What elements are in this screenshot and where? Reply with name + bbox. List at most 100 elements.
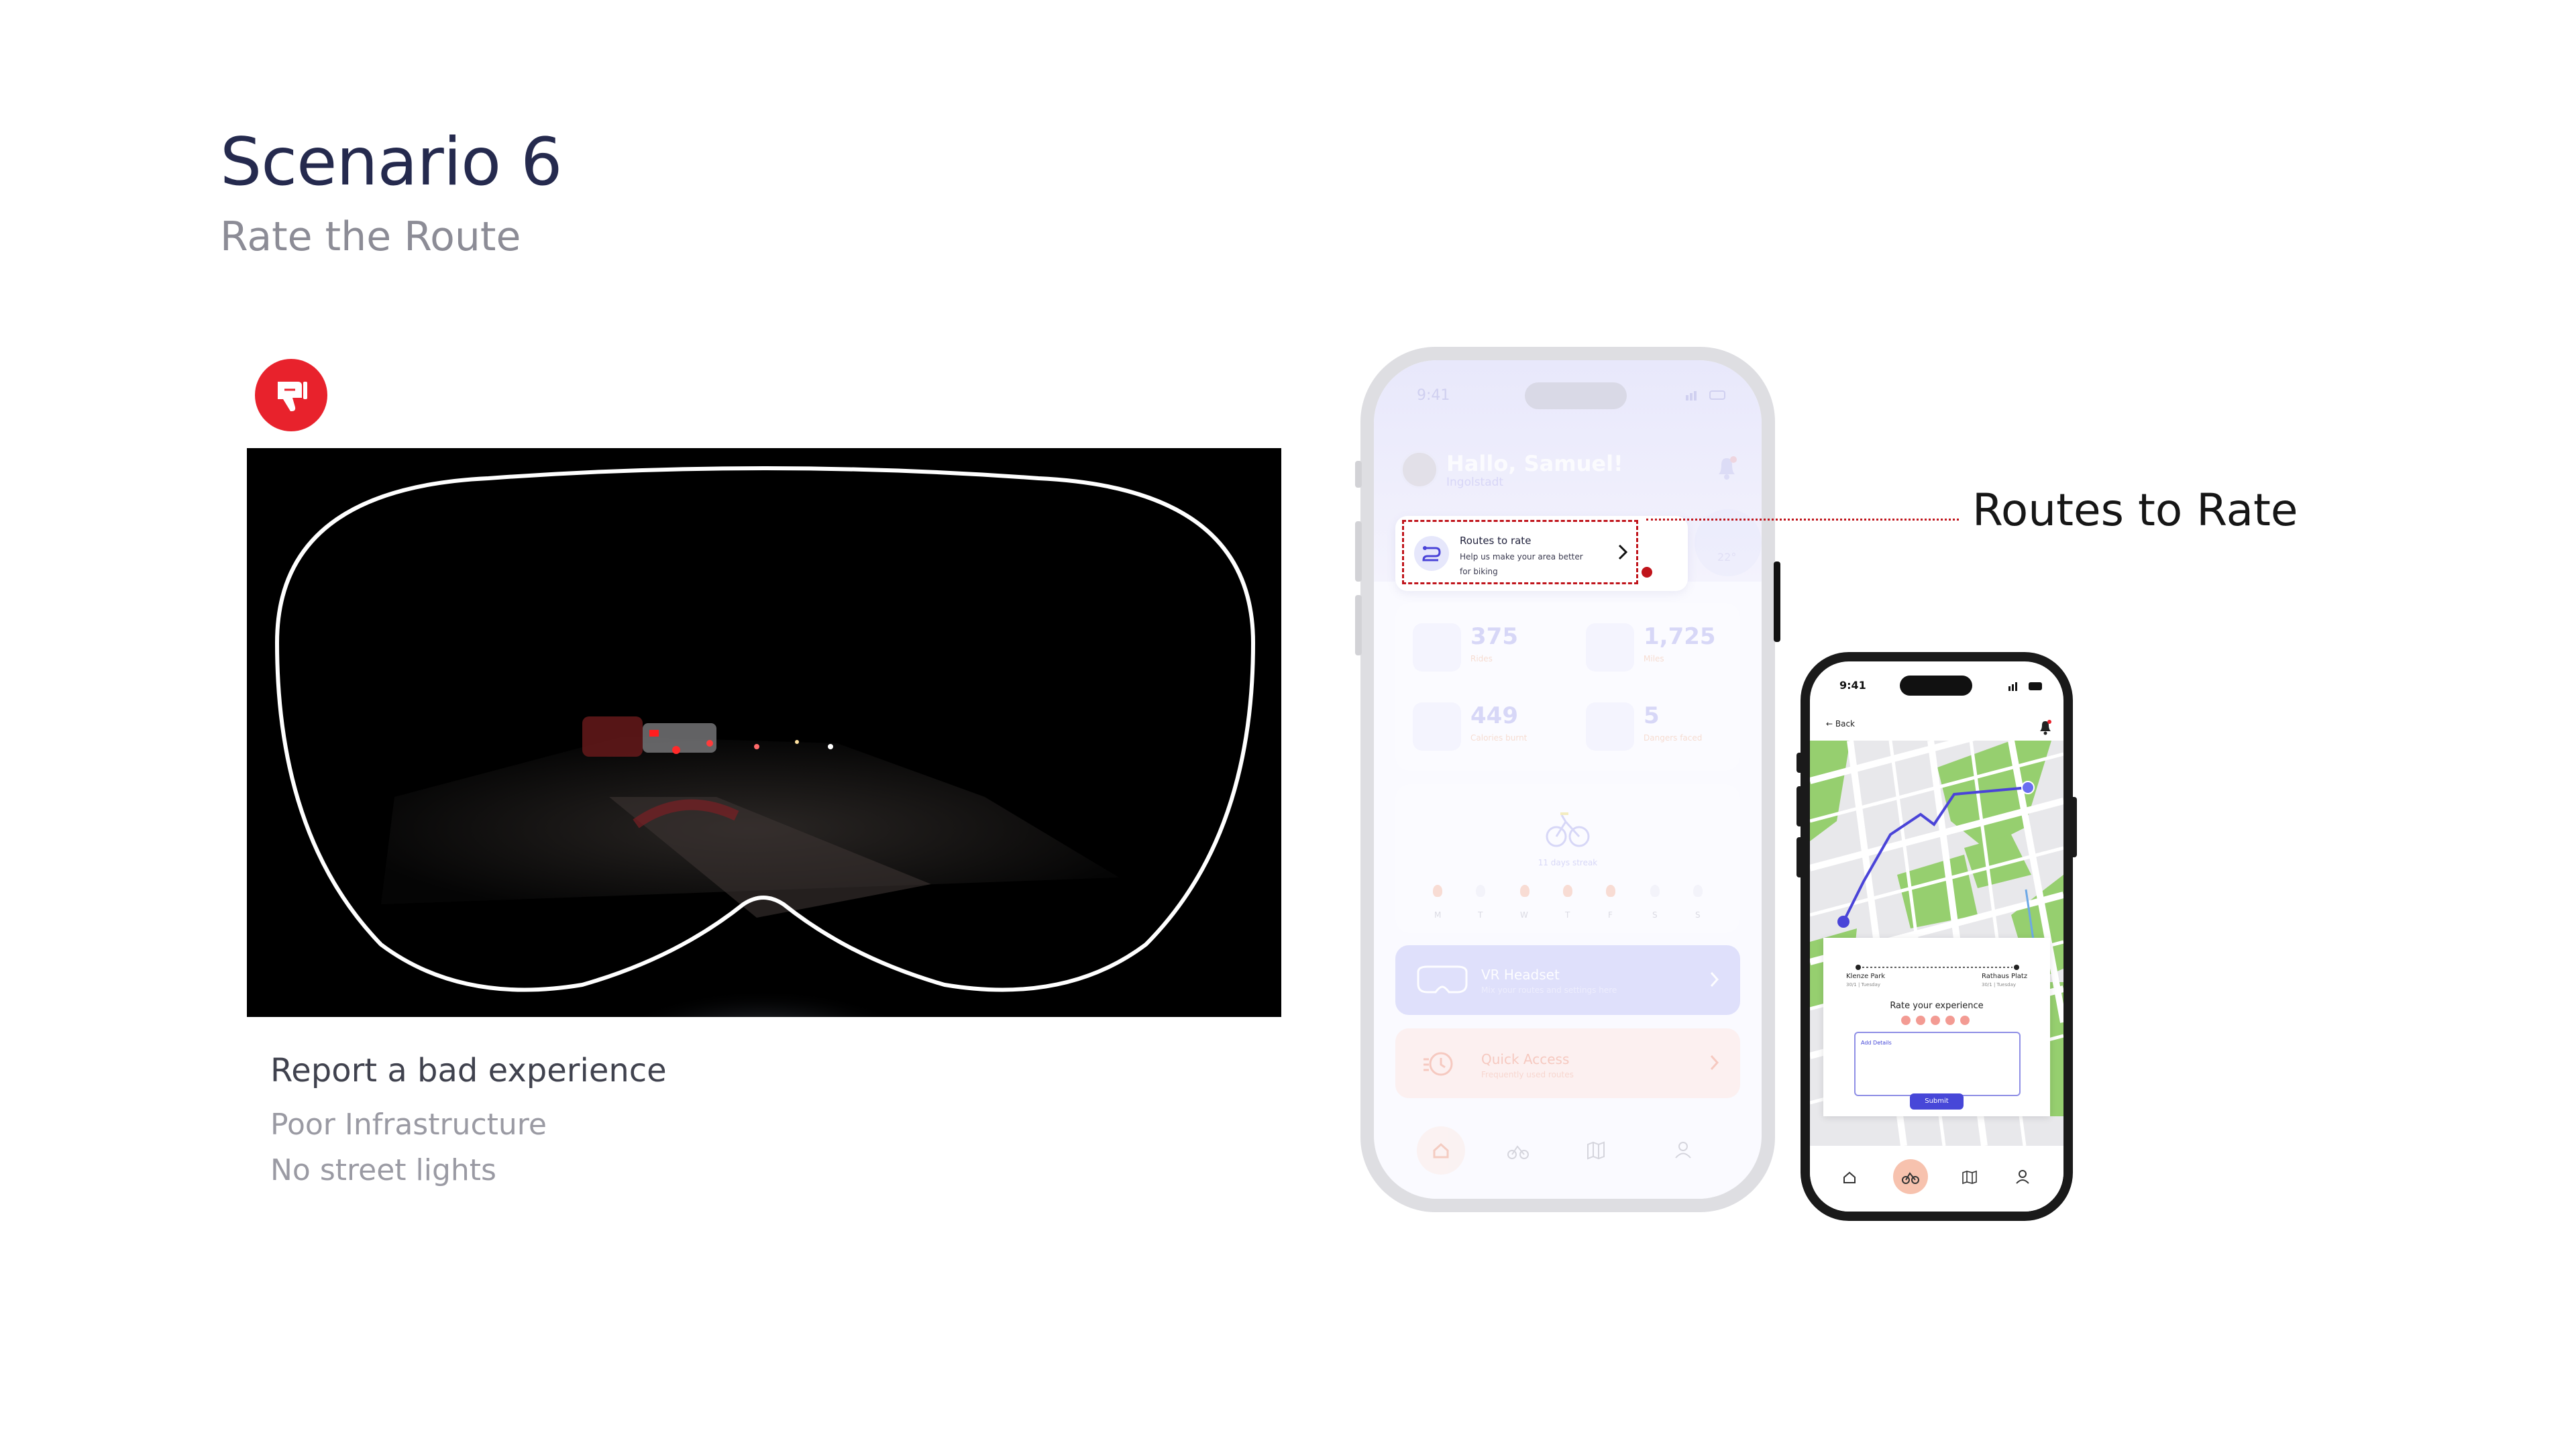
report-reason-infrastructure: Poor Infrastructure <box>270 1108 547 1142</box>
details-textarea[interactable]: Add Details <box>1854 1032 2021 1096</box>
rate-route-screen: 9:41 ← Back Klenze Park 30/1 | Tuesday R… <box>1810 661 2063 1212</box>
profile-icon[interactable] <box>2015 1169 2030 1185</box>
stat-dangers-label: Dangers faced <box>1644 733 1703 743</box>
status-time: 9:41 <box>1417 387 1450 404</box>
rate-experience-title: Rate your experience <box>1890 1001 1984 1011</box>
flame-icon <box>1520 885 1529 897</box>
bike-streak-icon <box>1546 812 1590 847</box>
stat-miles-label: Miles <box>1644 654 1664 663</box>
star-icon[interactable] <box>1901 1016 1911 1025</box>
rate-route-card: Klenze Park 30/1 | Tuesday Rathaus Platz… <box>1823 938 2050 1116</box>
dynamic-island <box>1900 676 1972 696</box>
day-label: S <box>1695 910 1701 920</box>
status-icons <box>2008 682 2042 691</box>
route-map[interactable]: Klenze Park 30/1 | Tuesday Rathaus Platz… <box>1810 741 2063 1146</box>
vr-headset-desc: Mix your routes and settings here <box>1481 985 1617 995</box>
city: Ingolstadt <box>1446 476 1504 489</box>
star-rating[interactable] <box>1901 1016 1975 1026</box>
weather-temp: 22° <box>1717 551 1737 564</box>
details-placeholder: Add Details <box>1861 1040 1892 1046</box>
heart-icon <box>1413 702 1461 751</box>
home-icon <box>1433 1142 1449 1159</box>
star-icon[interactable] <box>1960 1016 1970 1025</box>
home-screen: 9:41 22° Hallo, Samuel! Ingolstadt Route… <box>1374 360 1762 1199</box>
routes-card-desc-2: for biking <box>1460 567 1498 576</box>
chevron-right-icon <box>1710 1055 1719 1071</box>
day-label: W <box>1520 910 1528 920</box>
back-button[interactable]: ← Back <box>1826 719 1855 729</box>
route-start-date: 30/1 | Tuesday <box>1846 982 1881 987</box>
warning-icon <box>1586 702 1634 751</box>
stat-rides-label: Rides <box>1470 654 1493 663</box>
callout-connector-line <box>1646 519 1959 521</box>
quick-access-title: Quick Access <box>1481 1051 1570 1067</box>
scenario-title: Scenario 6 <box>220 124 563 201</box>
map-nav-icon[interactable] <box>1586 1141 1606 1160</box>
flame-icon <box>1650 885 1660 897</box>
back-label: Back <box>1835 719 1856 729</box>
road-icon <box>1586 623 1634 672</box>
flame-icon <box>1563 885 1572 897</box>
flame-icon <box>1606 885 1615 897</box>
stat-calories-value: 449 <box>1470 702 1518 729</box>
bike-icon <box>1902 1172 1919 1184</box>
routes-to-rate-card[interactable]: Routes to rate Help us make your area be… <box>1395 516 1688 591</box>
routes-card-title: Routes to rate <box>1460 535 1532 547</box>
flame-icon <box>1693 885 1703 897</box>
status-icons <box>1686 390 1725 400</box>
stat-miles-value: 1,725 <box>1644 623 1716 650</box>
thumbs-down-badge <box>255 359 327 431</box>
avatar[interactable] <box>1401 451 1438 488</box>
bell-icon[interactable] <box>2038 719 2053 738</box>
stats-card: 375 Rides 1,725 Miles 449 Calories burnt… <box>1395 603 1740 771</box>
scenario-subtitle: Rate the Route <box>220 213 521 260</box>
flame-icon <box>1433 885 1442 897</box>
star-icon[interactable] <box>1916 1016 1925 1025</box>
bottom-nav <box>1810 1146 2063 1212</box>
home-icon[interactable] <box>1842 1170 1857 1185</box>
report-title: Report a bad experience <box>270 1052 667 1089</box>
quick-access-button[interactable]: Quick Access Frequently used routes <box>1395 1028 1740 1098</box>
nav-bike-button[interactable] <box>1893 1159 1928 1194</box>
day-label: M <box>1434 910 1442 920</box>
route-dotted-line <box>1856 965 2019 970</box>
status-time: 9:41 <box>1839 679 1866 692</box>
clock-icon <box>1424 1052 1453 1076</box>
vr-headset-night-view <box>247 448 1281 1017</box>
vr-goggles-icon <box>1417 965 1468 994</box>
routes-card-desc-1: Help us make your area better <box>1460 552 1583 561</box>
submit-button[interactable]: Submit <box>1910 1093 1964 1110</box>
vr-headset-button[interactable]: VR Headset Mix your routes and settings … <box>1395 945 1740 1015</box>
dynamic-island <box>1525 382 1627 409</box>
flame-icon <box>1476 885 1485 897</box>
map-icon[interactable] <box>1962 1170 1978 1185</box>
report-reason-lights: No street lights <box>270 1153 496 1187</box>
routes-to-rate-label: Routes to Rate <box>1972 484 2298 536</box>
day-label: T <box>1565 910 1570 920</box>
callout-anchor-dot <box>1642 567 1652 578</box>
quick-access-desc: Frequently used routes <box>1481 1070 1574 1079</box>
chevron-right-icon <box>1617 543 1629 564</box>
route-icon <box>1414 536 1449 571</box>
streak-text: 11 days streak <box>1538 858 1598 867</box>
bell-icon[interactable] <box>1715 454 1739 484</box>
bottom-nav <box>1374 1112 1762 1199</box>
rate-route-phone-mockup: 9:41 ← Back Klenze Park 30/1 | Tuesday R… <box>1796 652 2077 1221</box>
streak-card: 11 days streak M T W T F S S <box>1395 784 1740 933</box>
greeting: Hallo, Samuel! <box>1446 451 1623 476</box>
stat-dangers-value: 5 <box>1644 702 1660 729</box>
day-label: F <box>1608 910 1613 920</box>
nav-home-button[interactable] <box>1417 1126 1465 1175</box>
bike-nav-icon[interactable] <box>1507 1141 1529 1160</box>
home-phone-mockup: 9:41 22° Hallo, Samuel! Ingolstadt Route… <box>1355 347 1780 1212</box>
route-start: Klenze Park <box>1846 973 1886 980</box>
thumbs-down-icon <box>278 382 307 411</box>
star-icon[interactable] <box>1945 1016 1955 1025</box>
route-end: Rathaus Platz <box>1982 973 2028 980</box>
stat-calories-label: Calories burnt <box>1470 733 1527 743</box>
star-icon[interactable] <box>1931 1016 1940 1025</box>
bike-icon <box>1413 623 1461 672</box>
day-label: T <box>1478 910 1483 920</box>
stat-rides-value: 375 <box>1470 623 1518 650</box>
profile-nav-icon[interactable] <box>1673 1140 1693 1160</box>
